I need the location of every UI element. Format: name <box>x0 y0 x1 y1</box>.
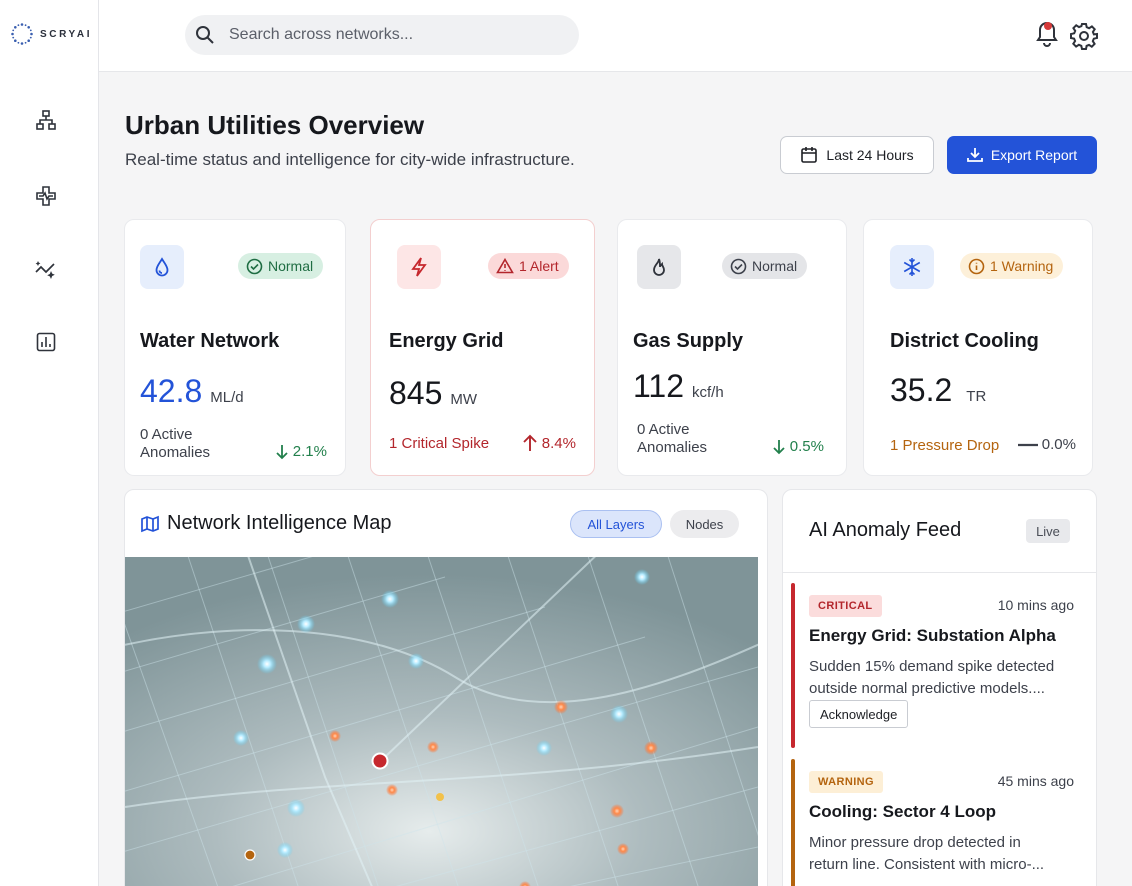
brand-mark-icon <box>11 23 33 45</box>
page-subtitle: Real-time status and intelligence for ci… <box>125 150 575 169</box>
calendar-icon <box>801 147 818 163</box>
feed-time: 10 mins ago <box>997 597 1074 613</box>
sparkle-trend-icon <box>35 261 55 279</box>
trend-indicator: 8.4% <box>522 434 576 452</box>
brand-name: SCRYAI <box>40 28 93 40</box>
notification-dot <box>1044 22 1052 30</box>
sidebar-item-reports[interactable] <box>33 329 59 355</box>
date-range-button[interactable]: Last 24 Hours <box>780 136 934 174</box>
check-circle-icon <box>730 258 747 274</box>
status-badge: 1 Warning <box>960 253 1064 279</box>
gear-icon[interactable] <box>1070 22 1098 50</box>
feed-item-warning[interactable]: WARNING 45 mins ago Cooling: Sector 4 Lo… <box>791 759 1096 886</box>
feed-item-body: Sudden 15% demand spike detected outside… <box>809 658 1055 697</box>
card-note: 1 Critical Spike <box>389 435 490 452</box>
sidebar: SCRYAI <box>0 0 99 886</box>
card-note: 0 Active Anomalies <box>140 426 211 461</box>
feed-item-critical[interactable]: CRITICAL 10 mins ago Energy Grid: Substa… <box>791 583 1096 748</box>
card-title: District Cooling <box>890 330 1039 352</box>
search-input[interactable] <box>229 26 559 44</box>
feed-time: 45 mins ago <box>997 773 1074 789</box>
sidebar-item-analytics[interactable] <box>33 256 59 282</box>
arrow-up-icon <box>523 434 537 451</box>
flat-line-icon <box>1017 443 1038 446</box>
map-icon <box>141 515 159 532</box>
status-badge: 1 Alert <box>488 253 569 279</box>
chip-nodes[interactable]: Nodes <box>670 510 739 538</box>
arrow-down-icon <box>276 444 288 459</box>
arrow-down-icon <box>773 439 785 454</box>
card-title: Energy Grid <box>389 330 504 352</box>
divider <box>783 572 1096 573</box>
severity-tag: CRITICAL <box>809 595 882 617</box>
feed-item-title: Energy Grid: Substation Alpha <box>809 626 1056 645</box>
water-network-card[interactable]: Normal Water Network 42.8 ML/d 0 Active A… <box>124 219 346 476</box>
card-value: 35.2 TR <box>890 372 987 408</box>
severity-bar <box>791 583 795 748</box>
search-icon <box>196 26 214 44</box>
card-value: 42.8 ML/d <box>140 373 244 409</box>
info-circle-icon <box>968 258 985 274</box>
chip-all-layers[interactable]: All Layers <box>570 510 662 538</box>
energy-grid-card[interactable]: 1 Alert Energy Grid 845 MW 1 Critical Spi… <box>370 219 595 476</box>
date-range-label: Last 24 Hours <box>826 147 914 163</box>
flame-icon <box>637 245 681 289</box>
card-note: 0 Active Anomalies <box>637 421 708 456</box>
severity-tag: WARNING <box>809 771 883 793</box>
warning-node-marker[interactable] <box>244 849 256 861</box>
search-box[interactable] <box>185 15 579 55</box>
export-report-button[interactable]: Export Report <box>947 136 1097 174</box>
feed-title: AI Anomaly Feed <box>809 519 962 541</box>
acknowledge-button[interactable]: Acknowledge <box>809 700 909 728</box>
export-report-label: Export Report <box>990 147 1078 163</box>
top-bar <box>99 0 1132 72</box>
brand-logo[interactable]: SCRYAI <box>10 22 92 46</box>
page-title: Urban Utilities Overview <box>125 110 425 140</box>
sidebar-item-health[interactable] <box>33 183 59 209</box>
severity-bar <box>791 759 795 886</box>
health-cross-icon <box>36 186 56 206</box>
feed-item-title: Cooling: Sector 4 Loop <box>809 802 996 821</box>
card-note: 1 Pressure Drop <box>890 437 1000 454</box>
live-badge: Live <box>1026 519 1070 543</box>
map-title: Network Intelligence Map <box>141 512 392 535</box>
city-map[interactable] <box>125 557 758 886</box>
critical-node-marker[interactable] <box>371 752 389 770</box>
bar-chart-icon <box>36 332 56 352</box>
card-title: Water Network <box>140 330 280 352</box>
card-value: 845 MW <box>389 375 478 411</box>
water-drop-icon <box>140 245 184 289</box>
hierarchy-icon <box>36 110 56 130</box>
card-title: Gas Supply <box>633 330 744 352</box>
trend-indicator: 0.5% <box>772 438 824 455</box>
trend-indicator: 2.1% <box>275 443 327 460</box>
status-badge: Normal <box>722 253 808 279</box>
check-circle-icon <box>246 258 263 274</box>
snowflake-icon <box>890 245 934 289</box>
network-map-panel: Network Intelligence Map All Layers Node… <box>124 489 768 886</box>
district-cooling-card[interactable]: 1 Warning District Cooling 35.2 TR 1 Pres… <box>863 219 1093 476</box>
sidebar-item-network[interactable] <box>33 107 59 133</box>
feed-item-body: Minor pressure drop detected in return l… <box>809 834 1045 873</box>
gas-supply-card[interactable]: Normal Gas Supply 112 kcf/h 0 Active Anom… <box>617 219 847 476</box>
alert-triangle-icon <box>496 258 514 274</box>
trend-indicator: 0.0% <box>1017 436 1076 453</box>
download-icon <box>966 148 983 162</box>
card-value: 112 kcf/h <box>633 368 724 404</box>
status-badge: Normal <box>238 253 324 279</box>
anomaly-feed-panel: AI Anomaly Feed Live CRITICAL 10 mins ag… <box>782 489 1097 886</box>
lightning-bolt-icon <box>397 245 441 289</box>
